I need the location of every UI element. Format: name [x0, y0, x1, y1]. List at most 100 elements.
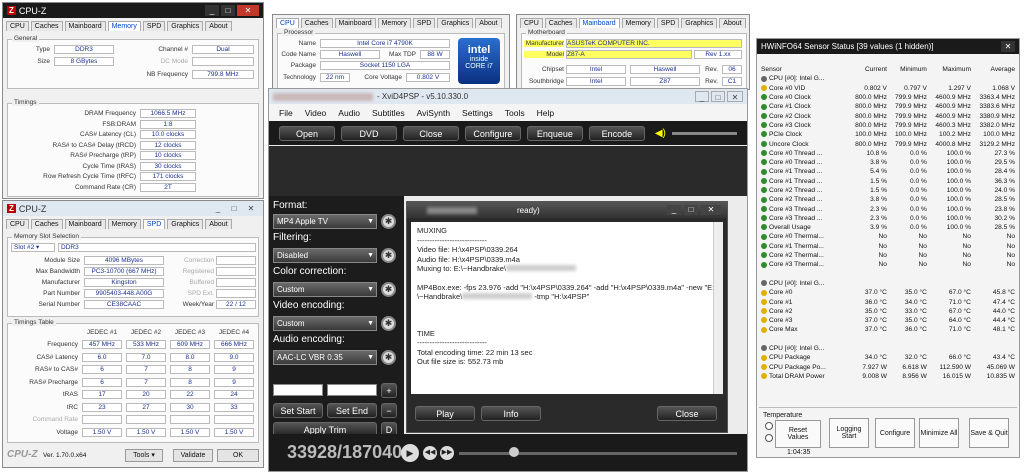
- sensor-row[interactable]: Core #2 Thread ... 1.5 % 0.0 % 100.0 % 24.0 …: [759, 186, 1017, 195]
- tab-cpu[interactable]: CPU: [276, 18, 299, 28]
- menu-audio[interactable]: Audio: [338, 108, 360, 118]
- menu-subtitles[interactable]: Subtitles: [372, 108, 405, 118]
- sensor-row[interactable]: CPU Package Po... 7.927 W 6.618 W 112.590 W…: [759, 363, 1017, 372]
- sensor-row[interactable]: CPU [#0]: Intel G...: [759, 279, 1017, 288]
- radio-button[interactable]: [765, 434, 773, 442]
- close-button[interactable]: Close: [402, 125, 459, 141]
- menu-settings[interactable]: Settings: [462, 108, 493, 118]
- tab-cpu[interactable]: CPU: [6, 21, 29, 31]
- tab-cpu[interactable]: CPU: [6, 219, 29, 229]
- dvd-button[interactable]: DVD: [340, 125, 397, 141]
- log-text[interactable]: MUXING ---------------------------- Vide…: [411, 222, 723, 394]
- tab-graphics[interactable]: Graphics: [167, 219, 204, 229]
- sensor-row[interactable]: Core #2 Thread ... 3.8 % 0.0 % 100.0 % 28.5 …: [759, 195, 1017, 204]
- tab-cpu[interactable]: CPU: [520, 18, 543, 28]
- menu-avisynth[interactable]: AviSynth: [417, 108, 450, 118]
- column-header[interactable]: Sensor: [759, 65, 849, 74]
- set-end-button[interactable]: Set End: [327, 403, 377, 418]
- close-button[interactable]: ✕: [1001, 41, 1015, 52]
- add-trim-button[interactable]: +: [381, 383, 397, 398]
- sensor-row[interactable]: [759, 335, 1017, 344]
- gear-icon[interactable]: ✱: [381, 214, 396, 229]
- column-header[interactable]: Minimum: [889, 65, 929, 74]
- maximize-button[interactable]: □: [221, 5, 235, 16]
- seek-thumb[interactable]: [509, 447, 519, 457]
- tab-about[interactable]: About: [205, 21, 232, 31]
- trim-start-field[interactable]: [273, 384, 323, 396]
- gear-icon[interactable]: ✱: [381, 350, 396, 365]
- maximize-button[interactable]: □: [684, 205, 698, 215]
- menu-file[interactable]: File: [279, 108, 293, 118]
- configure-button[interactable]: Configure: [875, 418, 915, 448]
- reset-values-button[interactable]: Reset Values: [775, 420, 821, 448]
- tab-mainboard[interactable]: Mainboard: [334, 18, 376, 28]
- sensor-row[interactable]: Core #0 Thread ... 10.8 % 0.0 % 100.0 % 27.3…: [759, 149, 1017, 158]
- sensor-row[interactable]: Core #2 Clock 800.0 MHz 799.9 MHz 4600.9 MH…: [759, 111, 1017, 120]
- sensor-row[interactable]: Core #0 Thermal... No No No No: [759, 232, 1017, 241]
- tab-mainboard[interactable]: Mainboard: [64, 219, 106, 229]
- log-scrollbar[interactable]: [713, 222, 723, 394]
- minimize-button[interactable]: _: [205, 5, 219, 16]
- sensor-row[interactable]: Core #1 Thread ... 1.5 % 0.0 % 100.0 % 36.3 …: [759, 177, 1017, 186]
- tab-caches[interactable]: Caches: [300, 18, 333, 28]
- validate-button[interactable]: Validate: [173, 449, 213, 462]
- close-button[interactable]: ✕: [727, 91, 743, 102]
- sensor-row[interactable]: Core #1 Thermal... No No No No: [759, 242, 1017, 251]
- sensor-row[interactable]: Total DRAM Power 9.008 W 8.956 W 16.015 W 10…: [759, 372, 1017, 381]
- configure-button[interactable]: Configure: [464, 125, 521, 141]
- tab-graphics[interactable]: Graphics: [437, 18, 474, 28]
- column-header[interactable]: Maximum: [929, 65, 973, 74]
- tab-memory[interactable]: Memory: [107, 219, 141, 229]
- sensor-row[interactable]: Core #2 Thermal... No No No No: [759, 251, 1017, 260]
- radio-button[interactable]: [765, 422, 773, 430]
- sensor-row[interactable]: [759, 270, 1017, 279]
- seek-slider[interactable]: [459, 452, 737, 455]
- save-quit-button[interactable]: Save & Quit: [969, 418, 1009, 448]
- tab-memory[interactable]: Memory: [377, 18, 411, 28]
- trim-end-field[interactable]: [327, 384, 377, 396]
- sensor-row[interactable]: CPU [#0]: Intel G...: [759, 74, 1017, 83]
- sensor-row[interactable]: Core #3 Thermal... No No No No: [759, 260, 1017, 269]
- maximize-button[interactable]: □: [711, 91, 725, 102]
- minimize-all-button[interactable]: Minimize All: [919, 418, 959, 448]
- tab-mainboard[interactable]: Mainboard: [578, 18, 620, 28]
- frame-back-icon[interactable]: ◀◀: [423, 446, 437, 460]
- filtering-dropdown[interactable]: Disabled ▼: [273, 248, 377, 263]
- column-header[interactable]: Current: [849, 65, 889, 74]
- tab-caches[interactable]: Caches: [30, 219, 63, 229]
- sensor-row[interactable]: Overall Usage 3.9 % 0.0 % 100.0 % 28.5 %: [759, 223, 1017, 232]
- video-encoding-dropdown[interactable]: Custom ▼: [273, 316, 377, 331]
- tab-spd[interactable]: SPD: [142, 219, 166, 229]
- maximize-button[interactable]: □: [227, 203, 241, 214]
- tools-button[interactable]: Tools ▾: [125, 449, 163, 462]
- frame-forward-icon[interactable]: ▶▶: [440, 446, 454, 460]
- color-correction-dropdown[interactable]: Custom ▼: [273, 282, 377, 297]
- slot-select[interactable]: Slot #2 ▾: [11, 243, 55, 252]
- sensor-row[interactable]: Core #1 36.0 °C 34.0 °C 71.0 °C 47.4 °C: [759, 297, 1017, 306]
- minimize-button[interactable]: _: [211, 203, 225, 214]
- tab-graphics[interactable]: Graphics: [681, 18, 718, 28]
- info-button[interactable]: Info: [481, 406, 541, 421]
- play-log-button[interactable]: Play: [415, 406, 475, 421]
- tab-caches[interactable]: Caches: [544, 18, 577, 28]
- menu-video[interactable]: Video: [305, 108, 327, 118]
- tab-graphics[interactable]: Graphics: [167, 21, 204, 31]
- sensor-row[interactable]: Core #3 37.0 °C 35.0 °C 64.0 °C 44.4 °C: [759, 316, 1017, 325]
- sensor-row[interactable]: Core #2 35.0 °C 33.0 °C 67.0 °C 44.0 °C: [759, 307, 1017, 316]
- format-dropdown[interactable]: MP4 Apple TV ▼: [273, 214, 377, 229]
- sensor-row[interactable]: Core #1 Clock 800.0 MHz 799.9 MHz 4600.9 MH…: [759, 102, 1017, 111]
- sensor-row[interactable]: Core #0 VID 0.802 V 0.797 V 1.297 V 1.068 V: [759, 84, 1017, 93]
- column-header[interactable]: Average: [973, 65, 1017, 74]
- sensor-row[interactable]: Core #0 Clock 800.0 MHz 799.9 MHz 4600.9 MH…: [759, 93, 1017, 102]
- minimize-button[interactable]: _: [667, 205, 681, 215]
- minimize-button[interactable]: _: [695, 91, 709, 102]
- tab-about[interactable]: About: [205, 219, 232, 229]
- sensor-row[interactable]: Core #1 Thread ... 5.4 % 0.0 % 100.0 % 28.4 …: [759, 167, 1017, 176]
- remove-trim-button[interactable]: −: [381, 403, 397, 418]
- sensor-row[interactable]: CPU [#0]: Intel G...: [759, 344, 1017, 353]
- audio-encoding-dropdown[interactable]: AAC-LC VBR 0.35 ▼: [273, 350, 377, 365]
- encode-button[interactable]: Encode: [588, 125, 645, 141]
- sensor-row[interactable]: Uncore Clock 800.0 MHz 799.9 MHz 4000.8 MHz…: [759, 139, 1017, 148]
- tab-spd[interactable]: SPD: [142, 21, 166, 31]
- menu-help[interactable]: Help: [537, 108, 554, 118]
